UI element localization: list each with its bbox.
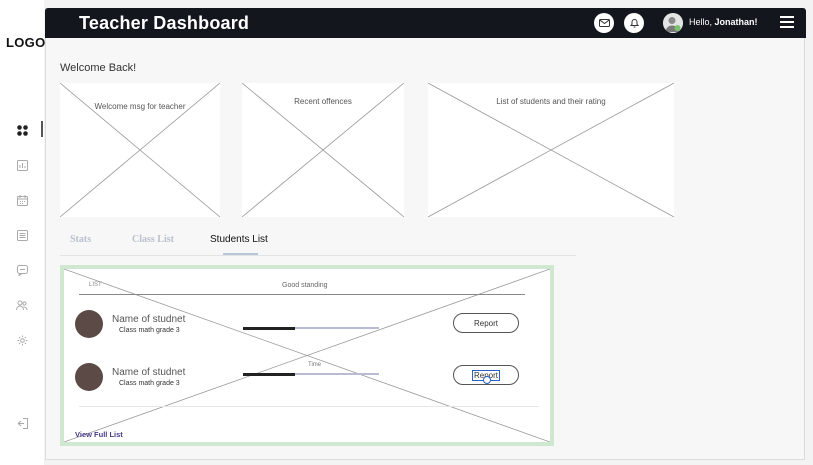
standing-progress-bar [243, 326, 379, 330]
active-tab-indicator [223, 253, 258, 255]
tab-stats[interactable]: Stats [70, 234, 91, 245]
welcome-msg-card: Welcome msg for teacher [60, 83, 220, 217]
students-list-card: LIST Good standing Name of studnet Class… [60, 265, 554, 446]
card-label: Recent offences [294, 97, 352, 106]
logo: LOGO [6, 35, 46, 50]
dashboard-grid-icon[interactable] [15, 123, 29, 137]
header-divider [79, 294, 525, 295]
student-name: Name of studnet [112, 314, 186, 325]
column-header-standing: Good standing [282, 282, 328, 289]
standing-progress-bar [243, 372, 379, 376]
list-divider [79, 406, 539, 407]
top-bar: Teacher Dashboard Hello, Jonathan! [45, 8, 806, 38]
gear-icon[interactable] [15, 333, 29, 347]
user-greeting: Hello, Jonathan! [689, 17, 758, 27]
tab-class-list[interactable]: Class List [132, 234, 174, 245]
tab-bar: Stats Class List Students List [60, 234, 576, 256]
logout-icon[interactable] [15, 416, 29, 430]
user-avatar[interactable] [663, 13, 683, 33]
student-avatar [75, 310, 103, 338]
view-full-list-link[interactable]: View Full List [75, 430, 123, 439]
focus-cursor-indicator [483, 376, 491, 384]
users-icon[interactable] [15, 298, 29, 312]
student-class: Class math grade 3 [119, 380, 180, 387]
student-class: Class math grade 3 [119, 327, 180, 334]
mail-icon[interactable] [594, 13, 614, 33]
recent-offences-card: Recent offences [242, 83, 404, 217]
bar-chart-icon[interactable] [15, 158, 29, 172]
progress-fill [243, 372, 295, 376]
chat-icon[interactable] [15, 263, 29, 277]
column-header-list: LIST [89, 282, 102, 288]
student-avatar [75, 363, 103, 391]
user-name: Jonathan! [714, 17, 758, 27]
list-icon[interactable] [15, 228, 29, 242]
welcome-heading: Welcome Back! [60, 62, 137, 74]
student-name: Name of studnet [112, 367, 186, 378]
students-rating-card: List of students and their rating [428, 83, 674, 217]
report-button[interactable]: Report [453, 313, 519, 333]
calendar-icon[interactable] [15, 193, 29, 207]
hamburger-menu-icon[interactable] [780, 16, 794, 30]
card-label: List of students and their rating [496, 97, 606, 106]
bell-icon[interactable] [624, 13, 644, 33]
time-label: Time [308, 362, 322, 368]
progress-fill [243, 326, 295, 330]
card-label: Welcome msg for teacher [94, 102, 186, 111]
page-title: Teacher Dashboard [79, 13, 250, 33]
tab-students-list[interactable]: Students List [210, 234, 268, 245]
sidebar-active-indicator [41, 121, 43, 137]
